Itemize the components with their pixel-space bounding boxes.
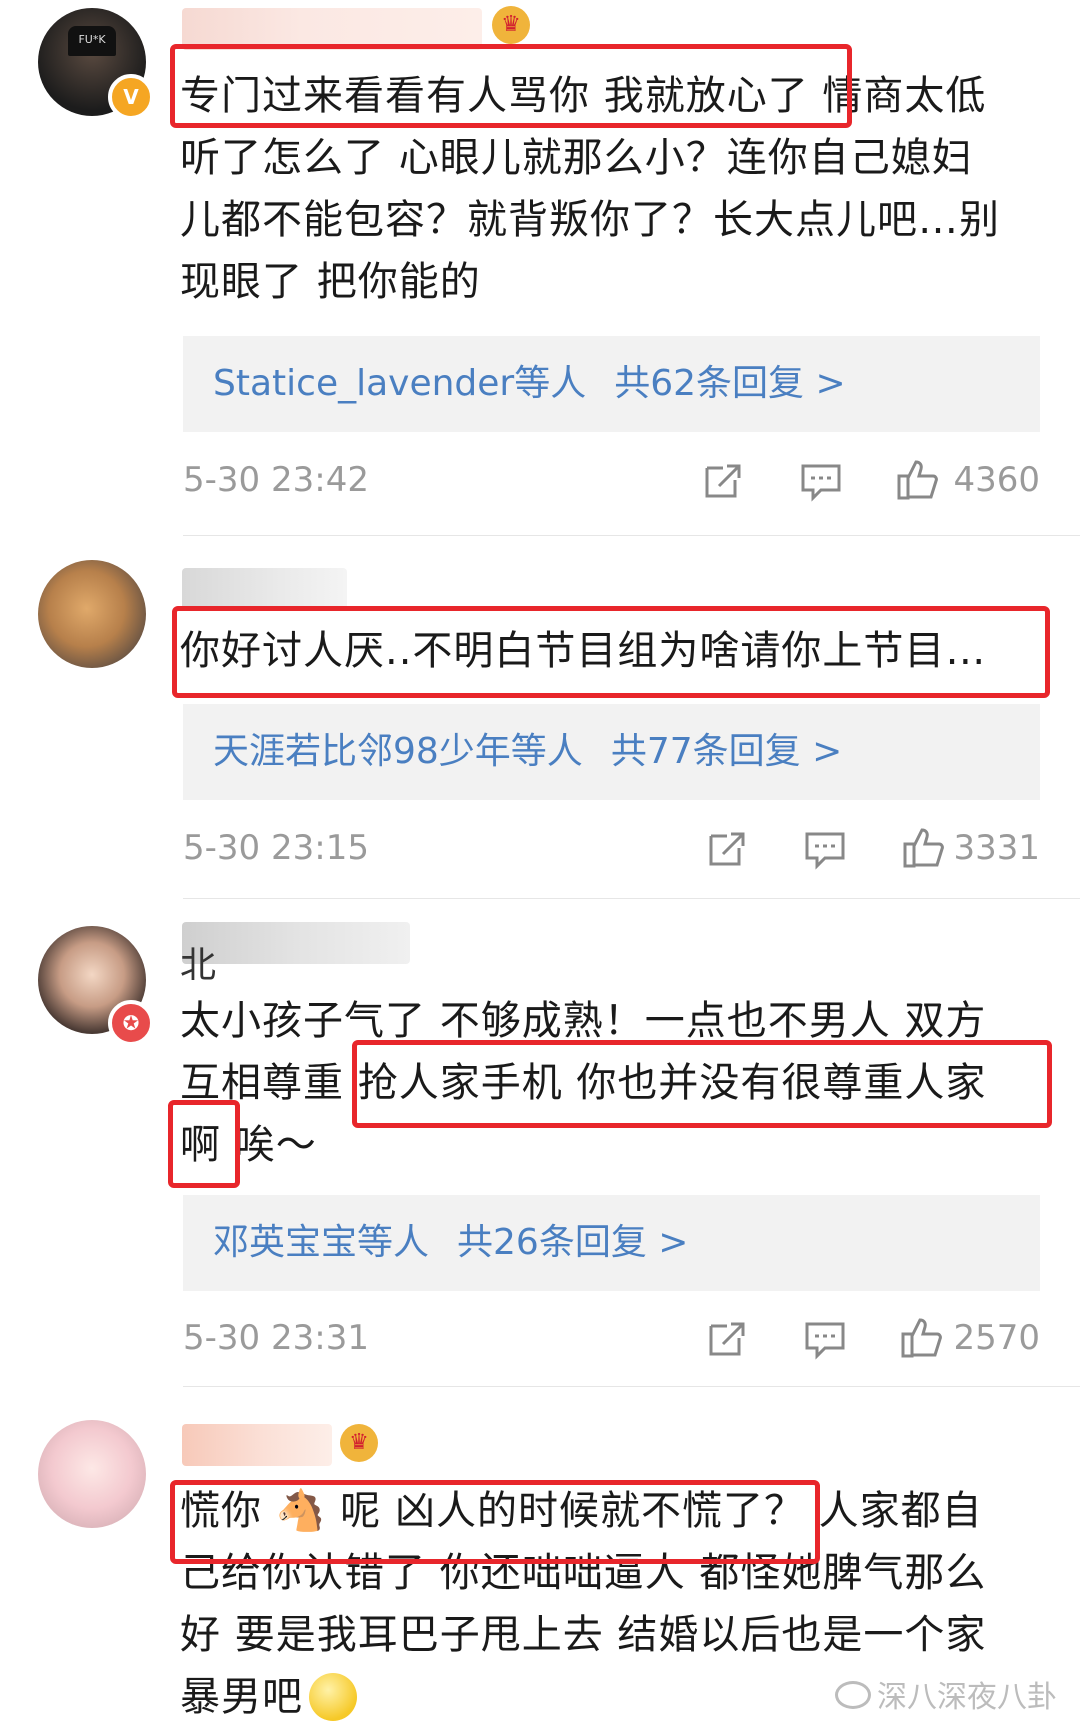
star-badge-icon: ✪ <box>108 1000 154 1046</box>
comment-icon[interactable] <box>799 458 843 502</box>
reply-count[interactable]: 共26条回复 > <box>457 1222 688 1263</box>
reply-count[interactable]: 共62条回复 > <box>614 363 845 404</box>
watermark: 深八深夜八卦 <box>835 1672 1057 1716</box>
like-icon[interactable] <box>901 826 945 870</box>
reply-users[interactable]: Statice_lavender等人 <box>213 363 586 404</box>
highlight-box <box>352 1040 1052 1128</box>
avatar[interactable] <box>38 560 146 668</box>
comment-3: ✪ 北 太小孩子气了 不够成熟！一点也不男人 双方 互相尊重 抢人家手机 你也并… <box>0 900 1080 1388</box>
comment-4: ♛ 慌你 🐴 呢 凶人的时候就不慌了？ 人家都自 己给你认错了 你还咄咄逼人 都… <box>0 1390 1080 1727</box>
comment-icon[interactable] <box>803 826 847 870</box>
timestamp: 5-30 23:15 <box>183 828 369 868</box>
like-icon[interactable] <box>899 1316 943 1360</box>
crown-icon: ♛ <box>492 6 530 44</box>
like-icon[interactable] <box>895 458 939 502</box>
comment-icon[interactable] <box>803 1316 847 1360</box>
username-blurred <box>182 568 347 610</box>
comment-meta: 5-30 23:42 4360 <box>183 452 1040 512</box>
comment-1: FU*K V ♛ 专门过来看看有人骂你 我就放心了 情商太低 听了怎么了 心眼儿… <box>0 0 1080 540</box>
verified-icon: V <box>108 74 154 120</box>
username-partial: 北 <box>180 945 217 986</box>
divider <box>183 535 1080 536</box>
share-icon[interactable] <box>705 1316 749 1360</box>
smiley-emoji-icon <box>309 1673 357 1721</box>
reply-summary[interactable]: Statice_lavender等人 共62条回复 > <box>183 336 1040 432</box>
divider <box>183 898 1080 899</box>
reply-summary[interactable]: 邓英宝宝等人 共26条回复 > <box>183 1195 1040 1291</box>
username-blurred <box>182 922 410 964</box>
comment-meta: 5-30 23:31 2570 <box>183 1310 1040 1370</box>
timestamp: 5-30 23:31 <box>183 1318 369 1358</box>
highlight-box <box>168 1100 240 1188</box>
timestamp: 5-30 23:42 <box>183 460 369 500</box>
like-count: 4360 <box>953 460 1040 500</box>
reply-users[interactable]: 邓英宝宝等人 <box>213 1222 429 1263</box>
highlight-box <box>172 606 1050 698</box>
reply-summary[interactable]: 天涯若比邻98少年等人 共77条回复 > <box>183 704 1040 800</box>
wechat-icon <box>835 1681 871 1709</box>
reply-users[interactable]: 天涯若比邻98少年等人 <box>213 731 583 772</box>
comment-meta: 5-30 23:15 3331 <box>183 820 1040 880</box>
avatar[interactable] <box>38 1420 146 1528</box>
crown-icon: ♛ <box>340 1424 378 1462</box>
like-count: 3331 <box>953 828 1040 868</box>
username-blurred <box>182 1424 332 1466</box>
comment-2: 你好讨人厌..不明白节目组为啥请你上节目… 天涯若比邻98少年等人 共77条回复 … <box>0 540 1080 900</box>
like-count: 2570 <box>953 1318 1040 1358</box>
share-icon[interactable] <box>701 458 745 502</box>
highlight-box <box>170 1480 820 1564</box>
reply-count[interactable]: 共77条回复 > <box>611 731 842 772</box>
highlight-box <box>170 44 852 128</box>
share-icon[interactable] <box>705 826 749 870</box>
divider <box>183 1386 1080 1387</box>
